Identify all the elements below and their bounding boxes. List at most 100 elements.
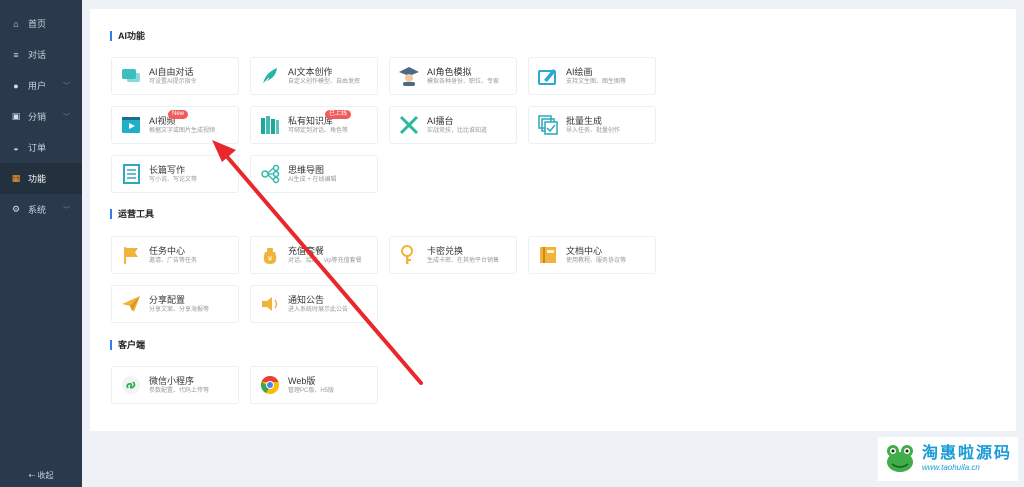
feature-card[interactable]: 文档中心 使用教程、服务协议等 [528,236,656,274]
document-icon [120,163,142,185]
feature-card[interactable]: AI擂台 实战竞技，比比谁知道 [389,106,517,144]
feather-icon [259,65,281,87]
sidebar-item-label: 分销 [28,112,47,122]
card-title: AI绘画 [566,66,593,77]
card-title: 充值套餐 [288,245,325,256]
card-description: 导入任务、批量创作 [566,127,621,134]
sidebar-item-label: 用户 [28,81,47,91]
user-icon: ● [13,80,19,91]
main-panel: AI功能 AI自由对话 可设置AI提示指令 AI文本创作 自定义创作模型、自由发挥 AI角… [90,9,1016,431]
sidebar: ⌂ 首页 ≡ 对话 ● 用户 ﹀ ▣ 分销 ﹀ ◒ 订单 ▦ 功能 ⚙ 系统 ﹀ ⇠ 收起 [0,0,82,487]
sidebar-item-2[interactable]: ● 用户 ﹀ [0,70,82,101]
card-description: 写小说、写论文等 [149,176,198,183]
card-title: AI文本创作 [288,66,333,77]
card-title: 批量生成 [566,115,603,126]
section-title: 客户端 [110,340,145,350]
feature-card[interactable]: 批量生成 导入任务、批量创作 [528,106,656,144]
order-icon: ◒ [13,142,19,153]
feature-card[interactable]: ¥ 充值套餐 对话、绘画、vip等充值套餐 [250,236,378,274]
card-title: 长篇写作 [149,164,186,175]
card-description: 分享文案、分享海报等 [149,306,210,313]
card-description: 自定义创作模型、自由发挥 [288,78,361,85]
sidebar-item-0[interactable]: ⌂ 首页 [0,8,82,39]
swords-icon [398,114,420,136]
card-description: 生成卡密、在其他平台销售 [427,257,500,264]
sidebar-item-1[interactable]: ≡ 对话 [0,39,82,70]
batch-icon [537,114,559,136]
card-description: 实战竞技，比比谁知道 [427,127,488,134]
feature-card[interactable]: 分享配置 分享文案、分享海报等 [111,285,239,323]
video-icon [120,114,142,136]
mindmap-icon [259,163,281,185]
card-title: 分享配置 [149,294,186,305]
feature-card[interactable]: AI角色模拟 模拟各种身份、职位、专家 [389,57,517,95]
card-title: AI自由对话 [149,66,194,77]
feature-card[interactable]: 任务中心 邀请、广告等任务 [111,236,239,274]
card-description: 模拟各种身份、职位、专家 [427,78,500,85]
feature-card[interactable]: AI文本创作 自定义创作模型、自由发挥 [250,57,378,95]
feature-card[interactable]: AI绘画 支持文生图、图生图等 [528,57,656,95]
chat-bubble-icon [120,65,142,87]
feature-card[interactable]: AI自由对话 可设置AI提示指令 [111,57,239,95]
card-title: 思维导图 [288,164,325,175]
section-title: 运营工具 [110,209,154,219]
card-title: Web版 [288,375,316,386]
watermark-title: 淘惠啦源码 [922,445,1013,462]
feature-card[interactable]: 私有知识库 可绑定到对话、角色等 已上线 [250,106,378,144]
card-description: 管理PC版、H5版 [288,387,335,394]
sidebar-item-6[interactable]: ⚙ 系统 ﹀ [0,194,82,225]
card-description: 使用教程、服务协议等 [566,257,627,264]
card-title: 卡密兑换 [427,245,464,256]
money-bag-icon: ¥ [259,244,281,266]
card-title: 任务中心 [149,245,186,256]
feature-card[interactable]: Web版 管理PC版、H5版 [250,366,378,404]
card-title: AI角色模拟 [427,66,472,77]
collapse-button[interactable]: ⇠ 收起 [0,470,82,481]
sidebar-item-label: 系统 [28,205,47,215]
watermark-logo: 淘惠啦源码 www.taohuila.cn [878,437,1018,481]
feature-card[interactable]: 微信小程序 参数配置、代码上传等 [111,366,239,404]
paint-icon [537,65,559,87]
chevron-down-icon: ﹀ [63,82,70,90]
flag-icon [120,244,142,266]
feature-card[interactable]: 长篇写作 写小说、写论文等 [111,155,239,193]
feature-card[interactable]: 卡密兑换 生成卡密、在其他平台销售 [389,236,517,274]
sidebar-item-label: 订单 [28,143,47,153]
sidebar-item-label: 首页 [28,19,47,29]
frog-mascot-icon [887,445,913,472]
card-title: 微信小程序 [149,375,195,386]
card-description: 支持文生图、图生图等 [566,78,627,85]
card-title: AI擂台 [427,115,454,126]
watermark-url: www.taohuila.cn [922,463,980,472]
card-description: 对话、绘画、vip等充值套餐 [288,257,362,264]
card-description: 可绑定到对话、角色等 [288,127,349,134]
sidebar-item-4[interactable]: ◒ 订单 [0,132,82,163]
sidebar-item-3[interactable]: ▣ 分销 ﹀ [0,101,82,132]
sidebar-item-label: 对话 [28,50,47,60]
sidebar-item-5[interactable]: ▦ 功能 [0,163,82,194]
books-icon [259,114,281,136]
svg-text:¥: ¥ [268,255,273,263]
card-description: 参数配置、代码上传等 [149,387,210,394]
sidebar-item-label: 功能 [28,174,47,184]
card-description: 根据文字或图片生成视频 [149,127,216,134]
key-icon [398,244,420,266]
feature-card[interactable]: AI视频 根据文字或图片生成视频 New [111,106,239,144]
book-icon [537,244,559,266]
gear-icon: ⚙ [11,204,21,214]
feature-card[interactable]: 思维导图 AI生成 + 在线编辑 [250,155,378,193]
paper-plane-icon [120,293,142,315]
chrome-icon [259,374,281,396]
new-badge: 已上线 [325,110,352,119]
card-title: 文档中心 [566,245,603,256]
grid-icon: ▦ [11,173,21,183]
card-description: 邀请、广告等任务 [149,257,198,264]
chevron-down-icon: ﹀ [63,113,70,121]
speaker-icon [259,293,281,315]
home-icon: ⌂ [13,18,19,29]
card-title: 通知公告 [288,294,325,305]
miniprogram-icon [120,374,142,396]
sidebar-nav: ⌂ 首页 ≡ 对话 ● 用户 ﹀ ▣ 分销 ﹀ ◒ 订单 ▦ 功能 ⚙ 系统 ﹀ [0,0,82,225]
feature-card[interactable]: 通知公告 进入系统时展示此公告 [250,285,378,323]
new-badge: New [168,110,189,119]
